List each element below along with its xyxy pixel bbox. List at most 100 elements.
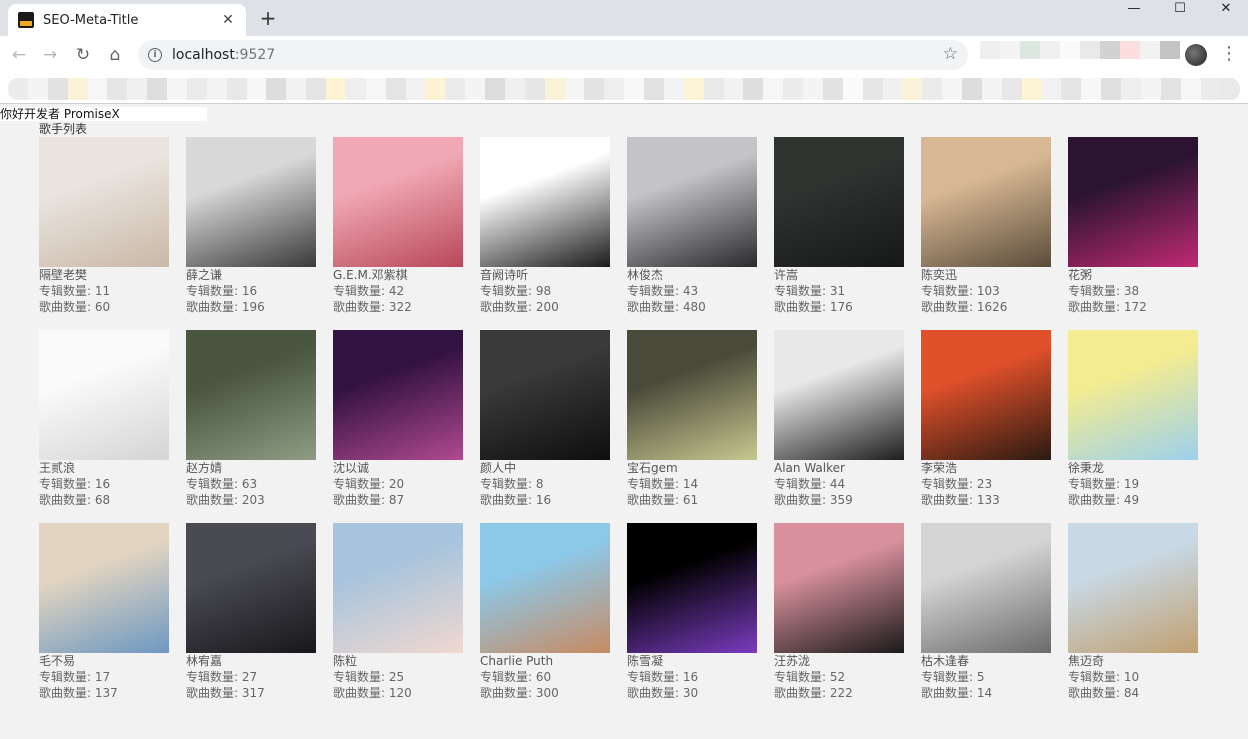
singer-photo[interactable] <box>480 330 610 460</box>
singer-photo[interactable] <box>39 137 169 267</box>
singer-photo[interactable] <box>333 523 463 653</box>
album-count: 专辑数量: 60 <box>480 669 610 685</box>
singer-photo[interactable] <box>333 137 463 267</box>
singer-name[interactable]: 陈雪凝 <box>627 653 757 669</box>
singer-card[interactable]: 赵方婧 专辑数量: 63 歌曲数量: 203 <box>186 330 316 508</box>
browser-menu-icon[interactable]: ⋮ <box>1220 42 1238 66</box>
singer-card[interactable]: 隔壁老樊 专辑数量: 11 歌曲数量: 60 <box>39 137 169 315</box>
singer-name[interactable]: 音阙诗听 <box>480 267 610 283</box>
site-info-icon[interactable]: i <box>148 48 162 62</box>
singer-card[interactable]: 音阙诗听 专辑数量: 98 歌曲数量: 200 <box>480 137 610 315</box>
singer-card[interactable]: 颜人中 专辑数量: 8 歌曲数量: 16 <box>480 330 610 508</box>
singer-name[interactable]: 沈以诚 <box>333 460 463 476</box>
singer-name[interactable]: 宝石gem <box>627 460 757 476</box>
singer-photo[interactable] <box>921 137 1051 267</box>
singer-name[interactable]: 汪苏泷 <box>774 653 904 669</box>
singer-card[interactable]: Alan Walker 专辑数量: 44 歌曲数量: 359 <box>774 330 904 508</box>
singer-photo[interactable] <box>774 137 904 267</box>
singer-name[interactable]: 徐秉龙 <box>1068 460 1198 476</box>
singer-photo[interactable] <box>186 137 316 267</box>
singer-card[interactable]: 宝石gem 专辑数量: 14 歌曲数量: 61 <box>627 330 757 508</box>
singer-photo[interactable] <box>39 523 169 653</box>
singer-name[interactable]: 赵方婧 <box>186 460 316 476</box>
bookmarks-bar <box>0 74 1248 104</box>
back-arrow-icon[interactable]: ← <box>6 42 32 68</box>
song-count-label: 歌曲数量: <box>333 686 389 700</box>
singer-photo[interactable] <box>921 523 1051 653</box>
singer-card[interactable]: Charlie Puth 专辑数量: 60 歌曲数量: 300 <box>480 523 610 701</box>
singer-name[interactable]: 毛不易 <box>39 653 169 669</box>
singer-card[interactable]: 花粥 专辑数量: 38 歌曲数量: 172 <box>1068 137 1198 315</box>
singer-photo[interactable] <box>627 137 757 267</box>
singer-name[interactable]: 花粥 <box>1068 267 1198 283</box>
singer-card[interactable]: 毛不易 专辑数量: 17 歌曲数量: 137 <box>39 523 169 701</box>
singer-name[interactable]: 许嵩 <box>774 267 904 283</box>
song-count-label: 歌曲数量: <box>333 300 389 314</box>
singer-name[interactable]: 焦迈奇 <box>1068 653 1198 669</box>
singer-photo[interactable] <box>186 523 316 653</box>
singer-name[interactable]: Alan Walker <box>774 460 904 476</box>
close-tab-icon[interactable]: ✕ <box>220 12 236 28</box>
bookmark-star-icon[interactable]: ☆ <box>943 44 958 64</box>
singer-photo[interactable] <box>1068 523 1198 653</box>
close-window-button[interactable]: ✕ <box>1203 0 1248 20</box>
new-tab-button[interactable]: + <box>257 6 279 30</box>
address-bar[interactable]: i localhost:9527 ☆ <box>138 40 968 70</box>
singer-photo[interactable] <box>480 137 610 267</box>
singer-card[interactable]: 王贰浪 专辑数量: 16 歌曲数量: 68 <box>39 330 169 508</box>
bookmarks-bar-items[interactable] <box>8 78 1240 100</box>
singer-card[interactable]: 薛之谦 专辑数量: 16 歌曲数量: 196 <box>186 137 316 315</box>
singer-card[interactable]: 枯木逢春 专辑数量: 5 歌曲数量: 14 <box>921 523 1051 701</box>
singer-card[interactable]: 陈奕迅 专辑数量: 103 歌曲数量: 1626 <box>921 137 1051 315</box>
album-count-value: 43 <box>682 284 699 298</box>
song-count: 歌曲数量: 480 <box>627 299 757 315</box>
singer-card[interactable]: 林俊杰 专辑数量: 43 歌曲数量: 480 <box>627 137 757 315</box>
singer-photo[interactable] <box>627 523 757 653</box>
browser-toolbar: ← → ↻ ⌂ i localhost:9527 ☆ ⋮ <box>0 36 1248 74</box>
singer-photo[interactable] <box>627 330 757 460</box>
singer-card[interactable]: 陈雪凝 专辑数量: 16 歌曲数量: 30 <box>627 523 757 701</box>
singer-name[interactable]: 薛之谦 <box>186 267 316 283</box>
singer-name[interactable]: 陈奕迅 <box>921 267 1051 283</box>
singer-name[interactable]: G.E.M.邓紫棋 <box>333 267 463 283</box>
singer-name[interactable]: 林俊杰 <box>627 267 757 283</box>
extension-icons[interactable] <box>980 41 1180 65</box>
singer-photo[interactable] <box>774 330 904 460</box>
singer-card[interactable]: 陈粒 专辑数量: 25 歌曲数量: 120 <box>333 523 463 701</box>
singer-card[interactable]: 沈以诚 专辑数量: 20 歌曲数量: 87 <box>333 330 463 508</box>
singer-card[interactable]: 李荣浩 专辑数量: 23 歌曲数量: 133 <box>921 330 1051 508</box>
singer-name[interactable]: 王贰浪 <box>39 460 169 476</box>
singer-photo[interactable] <box>921 330 1051 460</box>
singer-name[interactable]: Charlie Puth <box>480 653 610 669</box>
singer-card[interactable]: 汪苏泷 专辑数量: 52 歌曲数量: 222 <box>774 523 904 701</box>
browser-tab[interactable]: SEO-Meta-Title ✕ <box>8 4 246 36</box>
singer-name[interactable]: 李荣浩 <box>921 460 1051 476</box>
singer-photo[interactable] <box>39 330 169 460</box>
maximize-button[interactable]: ☐ <box>1157 0 1203 20</box>
singer-name[interactable]: 陈粒 <box>333 653 463 669</box>
singer-card[interactable]: 许嵩 专辑数量: 31 歌曲数量: 176 <box>774 137 904 315</box>
home-icon[interactable]: ⌂ <box>102 42 128 68</box>
singer-name[interactable]: 枯木逢春 <box>921 653 1051 669</box>
singer-photo[interactable] <box>1068 137 1198 267</box>
singer-photo[interactable] <box>333 330 463 460</box>
singer-photo[interactable] <box>480 523 610 653</box>
singer-name[interactable]: 隔壁老樊 <box>39 267 169 283</box>
reload-icon[interactable]: ↻ <box>70 42 96 68</box>
forward-arrow-icon[interactable]: → <box>37 42 63 68</box>
singer-card[interactable]: 徐秉龙 专辑数量: 19 歌曲数量: 49 <box>1068 330 1198 508</box>
song-count: 歌曲数量: 200 <box>480 299 610 315</box>
minimize-button[interactable]: — <box>1111 0 1157 20</box>
singer-photo[interactable] <box>774 523 904 653</box>
song-count-label: 歌曲数量: <box>921 493 977 507</box>
singer-card[interactable]: 焦迈奇 专辑数量: 10 歌曲数量: 84 <box>1068 523 1198 701</box>
profile-avatar[interactable] <box>1185 44 1207 66</box>
singer-card[interactable]: 林宥嘉 专辑数量: 27 歌曲数量: 317 <box>186 523 316 701</box>
album-count-label: 专辑数量: <box>333 670 389 684</box>
singer-photo[interactable] <box>186 330 316 460</box>
singer-name[interactable]: 林宥嘉 <box>186 653 316 669</box>
song-count-value: 359 <box>829 493 853 507</box>
singer-card[interactable]: G.E.M.邓紫棋 专辑数量: 42 歌曲数量: 322 <box>333 137 463 315</box>
singer-name[interactable]: 颜人中 <box>480 460 610 476</box>
singer-photo[interactable] <box>1068 330 1198 460</box>
